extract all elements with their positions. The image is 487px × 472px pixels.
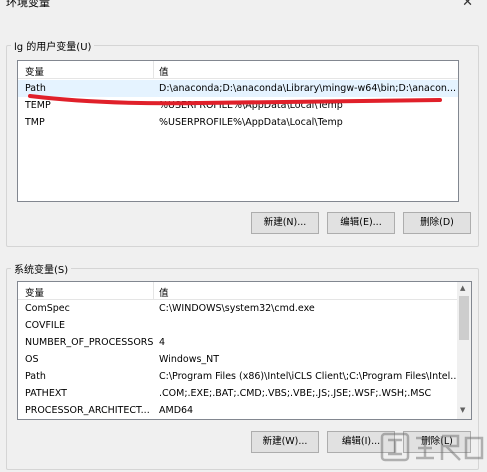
variable-value: Windows_NT	[159, 354, 220, 365]
user-delete-button[interactable]: 删除(D)	[403, 212, 471, 234]
user-new-button[interactable]: 新建(N)...	[251, 212, 319, 234]
scroll-thumb[interactable]	[459, 296, 469, 340]
vertical-scrollbar[interactable]: ▲ ▼	[457, 282, 471, 419]
list-item[interactable]: OS Windows_NT	[18, 351, 456, 368]
variable-value: C:\WINDOWS\system32\cmd.exe	[159, 303, 315, 314]
watermark-logo	[380, 432, 484, 462]
list-item[interactable]: COVFILE	[18, 317, 456, 334]
scroll-down-icon[interactable]: ▼	[460, 406, 465, 414]
variable-name: OS	[25, 354, 39, 365]
variable-value: C:\Program Files (x86)\Intel\iCLS Client…	[159, 371, 460, 382]
variable-value: .COM;.EXE;.BAT;.CMD;.VBS;.VBE;.JS;.JSE;.…	[159, 388, 432, 399]
user-edit-button[interactable]: 编辑(E)...	[327, 212, 395, 234]
variable-name: PROCESSOR_ARCHITECT...	[25, 405, 150, 416]
column-header-value[interactable]: 值	[159, 285, 169, 299]
column-header-variable[interactable]: 变量	[25, 285, 44, 299]
list-item[interactable]: ComSpec C:\WINDOWS\system32\cmd.exe	[18, 300, 456, 317]
variable-name: PATHEXT	[25, 388, 67, 399]
system-new-button[interactable]: 新建(W)...	[251, 431, 319, 453]
list-item[interactable]: PATHEXT .COM;.EXE;.BAT;.CMD;.VBS;.VBE;.J…	[18, 385, 456, 402]
list-item[interactable]: NUMBER_OF_PROCESSORS 4	[18, 334, 456, 351]
variable-name: NUMBER_OF_PROCESSORS	[25, 337, 154, 348]
scroll-up-icon[interactable]: ▲	[460, 284, 465, 292]
variable-name: Path	[25, 371, 46, 382]
system-variables-label: 系统变量(S)	[11, 261, 72, 276]
variable-name: COVFILE	[25, 320, 66, 331]
list-header: 变量 值	[18, 282, 471, 300]
variable-value: AMD64	[159, 405, 194, 416]
variable-value: 4	[159, 337, 166, 348]
list-item[interactable]: PROCESSOR_ARCHITECT... AMD64	[18, 402, 456, 419]
system-variables-list[interactable]: 变量 值 ComSpec C:\WINDOWS\system32\cmd.exe…	[17, 281, 472, 420]
variable-name: ComSpec	[25, 303, 70, 314]
list-item[interactable]: Path C:\Program Files (x86)\Intel\iCLS C…	[18, 368, 460, 385]
